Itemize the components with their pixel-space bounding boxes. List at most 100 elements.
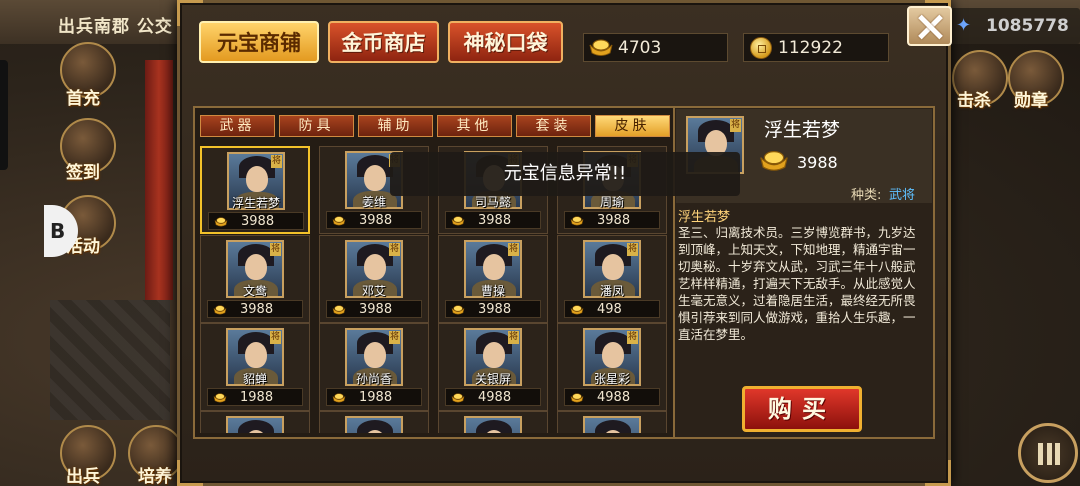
kill-label: 击杀 xyxy=(957,91,991,111)
gold-ingot-icon xyxy=(332,216,346,226)
frame-corner xyxy=(177,460,203,486)
general-badge: 将 xyxy=(508,243,519,256)
item-price-bar: 1988 xyxy=(326,388,422,406)
item-price-bar: 3988 xyxy=(208,212,304,230)
item-price-bar: 3988 xyxy=(564,211,660,229)
scene-title: 出兵南郡 公交 xyxy=(58,17,173,37)
gold-ingot-icon xyxy=(570,393,584,403)
item-price-bar: 3988 xyxy=(445,211,541,229)
item-price-bar: 3988 xyxy=(326,300,422,318)
portrait-image xyxy=(345,416,403,433)
error-toast: 元宝信息异常!! xyxy=(390,152,740,196)
general-badge: 将 xyxy=(389,331,400,344)
general-badge: 将 xyxy=(730,119,741,132)
subtab-sets[interactable]: 套装 xyxy=(516,115,591,137)
item-cell[interactable]: 将孙尚香 1988 xyxy=(319,323,429,411)
gold-ingot-icon xyxy=(213,305,227,315)
general-badge: 将 xyxy=(270,243,281,256)
subtab-other[interactable]: 其他 xyxy=(437,115,512,137)
main-menu-button[interactable] xyxy=(1018,423,1078,483)
gold-ingot-icon xyxy=(570,305,584,315)
tab-coin-shop[interactable]: 金币商店 xyxy=(328,21,439,63)
item-cell-partial[interactable] xyxy=(319,411,429,433)
gold-ingot-icon xyxy=(451,305,465,315)
gold-ingot-icon xyxy=(332,393,346,403)
item-cell-partial[interactable] xyxy=(438,411,548,433)
item-price-bar: 498 xyxy=(564,300,660,318)
item-price: 3988 xyxy=(478,302,512,317)
item-name: 张星彩 xyxy=(593,372,630,386)
gold-ingot-icon xyxy=(214,217,228,227)
item-cell[interactable]: 将貂蝉 1988 xyxy=(200,323,310,411)
gold-ingot-icon xyxy=(451,216,465,226)
type-value: 武将 xyxy=(889,188,916,203)
item-name: 曹操 xyxy=(480,284,505,298)
item-cell[interactable]: 将文鸯 3988 xyxy=(200,235,310,323)
item-price: 3988 xyxy=(240,302,274,317)
portrait-image xyxy=(464,416,522,433)
general-badge: 将 xyxy=(389,243,400,256)
fab-label: B xyxy=(50,219,66,243)
sign-in-label: 签到 xyxy=(66,163,100,183)
coin-balance: 112922 xyxy=(743,33,889,62)
item-cell[interactable]: 将曹操 3988 xyxy=(438,235,548,323)
buy-button[interactable]: 购买 xyxy=(742,386,862,432)
item-cell-partial[interactable] xyxy=(200,411,310,433)
frame-corner xyxy=(925,460,951,486)
general-badge: 将 xyxy=(627,243,638,256)
gold-ingot-icon xyxy=(570,216,584,226)
item-cell[interactable]: 将潘凤 498 xyxy=(557,235,667,323)
item-cell-partial[interactable] xyxy=(557,411,667,433)
item-price: 1988 xyxy=(240,390,274,405)
item-price: 1988 xyxy=(359,390,393,405)
item-name: 潘凤 xyxy=(599,284,624,298)
item-price-bar: 3988 xyxy=(445,300,541,318)
item-cell[interactable]: 将邓艾 3988 xyxy=(319,235,429,323)
tab-yuanbao-shop[interactable]: 元宝商铺 xyxy=(199,21,319,63)
item-price: 498 xyxy=(597,302,622,317)
tab-mystery-bag[interactable]: 神秘口袋 xyxy=(448,21,563,63)
gold-ingot-icon xyxy=(760,151,788,171)
item-price: 3988 xyxy=(478,213,512,228)
portrait-image xyxy=(226,416,284,433)
copper-coin-icon xyxy=(750,37,772,59)
gold-ingot-icon xyxy=(213,393,227,403)
screen-edge-handle xyxy=(0,60,8,170)
item-name: 关银屏 xyxy=(474,372,511,386)
subtab-skins[interactable]: 皮肤 xyxy=(595,115,670,137)
first-recharge-label: 首充 xyxy=(66,89,100,109)
item-cell[interactable]: 将浮生若梦 3988 xyxy=(200,146,310,234)
coin-value: 112922 xyxy=(778,38,843,58)
item-cell[interactable]: 将张星彩 4988 xyxy=(557,323,667,411)
item-cell[interactable]: 将关银屏 4988 xyxy=(438,323,548,411)
item-price: 4988 xyxy=(478,390,512,405)
detail-price: 3988 xyxy=(797,153,838,172)
item-name: 貂蝉 xyxy=(242,372,267,386)
deploy-label: 出兵 xyxy=(66,467,100,486)
general-badge: 将 xyxy=(508,331,519,344)
item-price: 3988 xyxy=(241,214,275,229)
item-price: 3988 xyxy=(597,213,631,228)
general-badge: 将 xyxy=(271,155,282,168)
yuanbao-balance: 4703 xyxy=(583,33,728,62)
description-text: 圣三、归离技术员。三岁博览群书，九岁达到顶峰，上知天文，下知地理，精通宇宙一切奥… xyxy=(678,225,916,342)
item-price-bar: 4988 xyxy=(564,388,660,406)
crates-decoration xyxy=(50,300,170,420)
medal-label: 勋章 xyxy=(1014,91,1048,111)
item-price: 3988 xyxy=(359,302,393,317)
subtab-armor[interactable]: 防具 xyxy=(279,115,354,137)
train-label: 培养 xyxy=(138,467,172,486)
item-name: 邓艾 xyxy=(361,284,386,298)
item-price-bar: 3988 xyxy=(207,300,303,318)
subtab-weapons[interactable]: 武器 xyxy=(200,115,275,137)
general-badge: 将 xyxy=(627,331,638,344)
close-button[interactable] xyxy=(907,6,952,46)
gold-ingot-icon xyxy=(332,305,346,315)
subtab-accessories[interactable]: 辅助 xyxy=(358,115,433,137)
red-pillar xyxy=(145,60,173,300)
detail-name: 浮生若梦 xyxy=(764,119,841,141)
wings-icon: ✦ xyxy=(956,15,972,36)
item-price: 3988 xyxy=(359,213,393,228)
item-name: 孙尚香 xyxy=(355,372,392,386)
general-badge: 将 xyxy=(270,331,281,344)
